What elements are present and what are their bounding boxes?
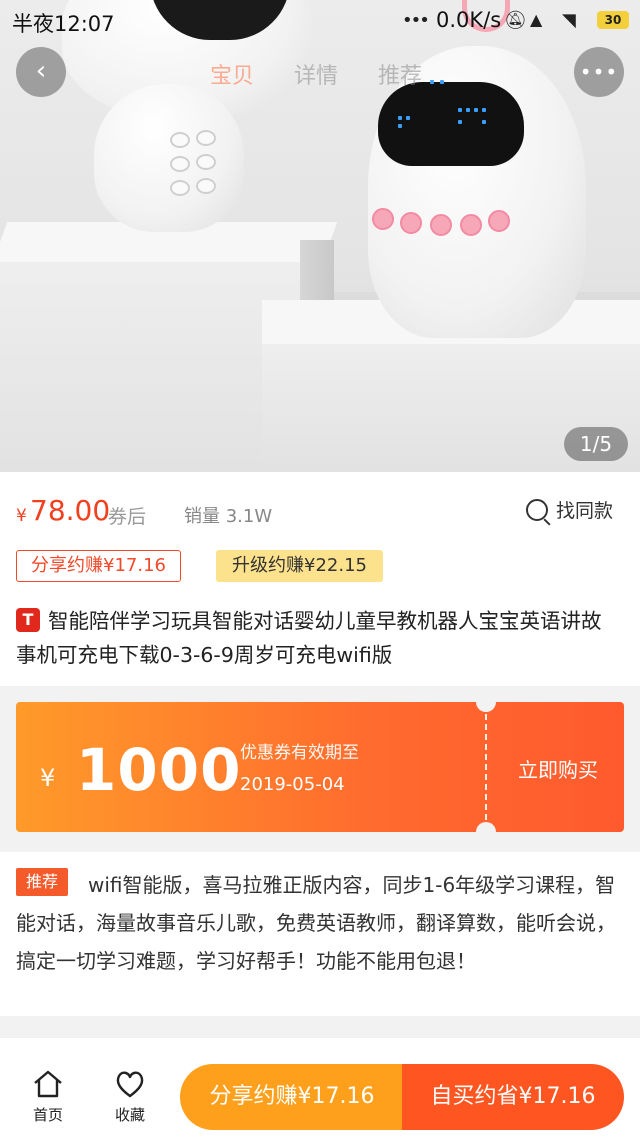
home-icon [34, 1070, 62, 1098]
robot-key [170, 156, 190, 172]
visor-led [406, 116, 410, 120]
robot-pink-button [400, 212, 422, 234]
left-robot-body [94, 84, 244, 232]
price-currency: ¥ [16, 506, 27, 526]
coupon-currency: ¥ [40, 764, 56, 792]
visor-led [474, 108, 478, 112]
coupon-amount: 1000 [76, 736, 242, 804]
hd-signal-icon: ▲ [530, 10, 543, 29]
wifi-icon: ◥ [562, 10, 576, 31]
bottom-action-bar: 首页 收藏 分享约赚¥17.16 自买约省¥17.16 [0, 1038, 640, 1138]
robot-pink-button [372, 208, 394, 230]
coupon-divider [485, 714, 487, 820]
tab-recommend[interactable]: 推荐 [378, 58, 422, 90]
favorite-button[interactable]: 收藏 [98, 1068, 162, 1125]
robot-pink-button [488, 210, 510, 232]
chevron-left-icon: ‹ [35, 56, 47, 86]
robot-pink-button [460, 214, 482, 236]
buy-now-button[interactable]: 立即购买 [492, 754, 624, 783]
coupon-validity-date: 2019-05-04 [240, 774, 345, 795]
robot-key [170, 180, 190, 196]
robot-key [196, 178, 216, 194]
coupon-card[interactable]: ¥ 1000 优惠券有效期至 2019-05-04 立即购买 [16, 692, 624, 842]
dots-icon: ••• [402, 10, 430, 31]
upgrade-earn-tag[interactable]: 升级约赚¥22.15 [216, 550, 383, 582]
visor-led [398, 116, 402, 120]
detail-tabs: 宝贝 详情 推荐 [210, 58, 450, 90]
find-same-label: 找同款 [556, 500, 614, 522]
find-same-button[interactable]: 找同款 [526, 496, 613, 523]
product-title: 智能陪伴学习玩具智能对话婴幼儿童早教机器人宝宝英语讲故事机可充电下载0-3-6-… [16, 609, 602, 667]
robot-pink-button [430, 214, 452, 236]
robot-key [196, 130, 216, 146]
recommend-text: wifi智能版，喜马拉雅正版内容，同步1-6年级学习课程，智能对话，海量故事音乐… [16, 873, 616, 973]
recommend-section: 推荐 wifi智能版，喜马拉雅正版内容，同步1-6年级学习课程，智能对话，海量故… [0, 852, 640, 1016]
coupon-notch-top [476, 692, 496, 712]
back-button[interactable]: ‹ [16, 47, 66, 97]
home-label: 首页 [32, 1106, 63, 1124]
left-pedestal-front [0, 262, 300, 472]
gallery-page-indicator: 1/5 [564, 427, 628, 461]
visor-led [398, 124, 402, 128]
status-bar: 半夜12:07 ••• 0.0K/s 🔕︎ ▲ ◥ 30 [0, 0, 640, 44]
mute-icon: 🔕︎ [504, 10, 527, 31]
visor-led [458, 108, 462, 112]
robot-key [196, 154, 216, 170]
network-speed: 0.0K/s [436, 8, 502, 32]
favorite-label: 收藏 [114, 1106, 145, 1124]
price-value: 78.00 [30, 494, 111, 527]
tab-item[interactable]: 宝贝 [210, 58, 254, 90]
share-earn-button[interactable]: 分享约赚¥17.16 [180, 1064, 404, 1130]
search-similar-icon [526, 499, 548, 521]
status-time: 半夜12:07 [12, 12, 115, 36]
visor-led [482, 120, 486, 124]
more-button[interactable]: ••• [574, 47, 624, 97]
home-button[interactable]: 首页 [16, 1068, 80, 1125]
battery-icon: 30 [597, 11, 629, 29]
tab-details[interactable]: 详情 [294, 58, 338, 90]
heart-icon [116, 1071, 144, 1098]
price-suffix: 券后 [108, 506, 147, 528]
coupon-notch-bottom [476, 822, 496, 842]
visor-led [482, 108, 486, 112]
share-earn-tag: 分享约赚¥17.16 [16, 550, 181, 582]
visor-led [458, 120, 462, 124]
more-horizontal-icon: ••• [579, 60, 619, 84]
product-info: ¥ 78.00 券后 销量 3.1W 找同款 分享约赚¥17.16 升级约赚¥2… [0, 472, 640, 686]
coupon-validity-label: 优惠券有效期至 [240, 743, 359, 763]
sales-count: 销量 3.1W [184, 506, 273, 527]
self-buy-button[interactable]: 自买约省¥17.16 [402, 1064, 624, 1130]
visor-led [466, 108, 470, 112]
robot-key [170, 132, 190, 148]
